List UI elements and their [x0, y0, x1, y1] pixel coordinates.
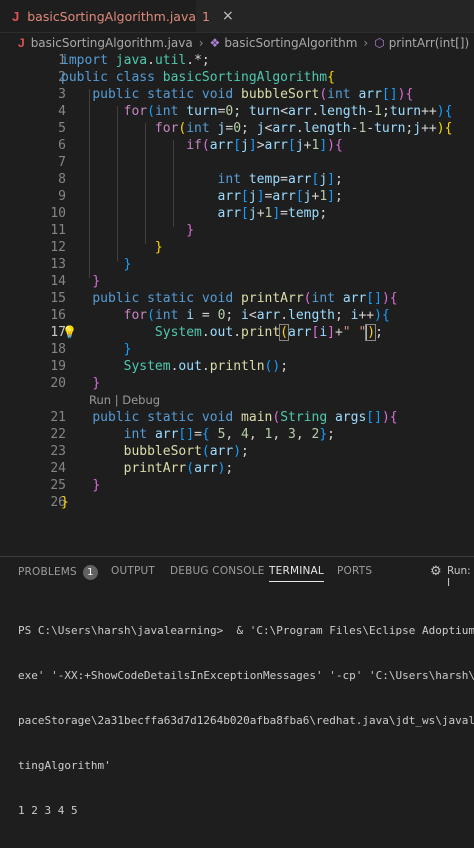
- close-icon[interactable]: ×: [222, 8, 234, 24]
- chevron-right-icon: ›: [198, 36, 204, 50]
- code-line: 12 }: [50, 240, 163, 255]
- terminal-line: exe' '-XX:+ShowCodeDetailsInExceptionMes…: [18, 669, 474, 682]
- tab-output[interactable]: OUTPUT: [111, 565, 155, 577]
- breadcrumb: J basicSortingAlgorithm.java › ❖ basicSo…: [0, 32, 474, 54]
- chevron-right-icon: ›: [363, 36, 369, 50]
- code-line: 21 public static void main(String args[]…: [50, 410, 398, 425]
- terminal-line: PS C:\Users\harsh\javalearning> & 'C:\Pr…: [18, 624, 474, 637]
- code-line: 2 public class basicSortingAlgorithm{: [58, 70, 335, 85]
- code-line: 24 printArr(arr);: [50, 461, 234, 476]
- code-line: 11 }: [50, 223, 195, 238]
- code-line-active: 17 💡 System.out.print(arr[i]+" ");: [50, 324, 383, 341]
- tab-ports[interactable]: PORTS: [337, 565, 372, 577]
- bottom-panel: PROBLEMS 1 OUTPUT DEBUG CONSOLE TERMINAL …: [0, 556, 474, 817]
- editor-tab-bar: J basicSortingAlgorithm.java 1 ×: [0, 0, 474, 33]
- panel-tabs: PROBLEMS 1 OUTPUT DEBUG CONSOLE TERMINAL …: [0, 557, 474, 589]
- code-line: 1 import java.util.*;: [58, 53, 210, 68]
- class-icon: ❖: [209, 36, 221, 50]
- terminal-output[interactable]: PS C:\Users\harsh\javalearning> & 'C:\Pr…: [18, 593, 474, 848]
- code-line: 15 public static void printArr(int arr[]…: [50, 291, 398, 306]
- java-file-icon: J: [18, 36, 25, 50]
- problems-count-badge: 1: [82, 565, 98, 580]
- code-line: 16 for(int i = 0; i<arr.length; i++){: [50, 308, 390, 323]
- code-line: 20 }: [50, 376, 101, 391]
- code-line: 5 for(int j=0; j<arr.length-1-turn;j++){: [58, 121, 453, 136]
- code-line: 7: [58, 155, 66, 170]
- code-line: 18 }: [50, 342, 132, 357]
- code-line: 19 System.out.println();: [50, 359, 289, 374]
- code-line: 8 int temp=arr[j];: [58, 172, 343, 187]
- breadcrumb-class[interactable]: basicSortingAlgorithm: [224, 36, 357, 50]
- tab-basic-sorting-algorithm[interactable]: J basicSortingAlgorithm.java 1 ×: [0, 0, 234, 32]
- code-line: 6 if(arr[j]>arr[j+1]){: [58, 138, 343, 153]
- tab-debug-console[interactable]: DEBUG CONSOLE: [170, 565, 265, 577]
- terminal-line: 1 2 3 4 5: [18, 804, 78, 817]
- code-line: 14 }: [50, 274, 101, 289]
- code-line: 22 int arr[]={ 5, 4, 1, 3, 2};: [50, 427, 335, 442]
- tab-problem-count: 1: [202, 8, 210, 24]
- terminal-line: tingAlgorithm': [18, 759, 111, 772]
- code-line: 13 }: [50, 257, 132, 272]
- tab-label: basicSortingAlgorithm.java: [27, 8, 197, 24]
- terminal-line: paceStorage\2a31becffa63d7d1264b020afba8…: [18, 714, 474, 727]
- code-line: 23 bubbleSort(arr);: [50, 444, 249, 459]
- code-line: 3 public static void bubbleSort(int arr[…: [58, 87, 414, 102]
- breadcrumb-method[interactable]: printArr(int[]): [389, 36, 469, 50]
- code-line: 25 }: [50, 478, 101, 493]
- breadcrumb-file[interactable]: basicSortingAlgorithm.java: [31, 36, 193, 50]
- tab-terminal[interactable]: TERMINAL: [269, 565, 324, 582]
- code-line: 4 for(int turn=0; turn<arr.length-1;turn…: [58, 104, 453, 119]
- run-debug-codelens[interactable]: Run | Debug: [89, 393, 160, 407]
- method-icon: ⬡: [374, 36, 385, 50]
- code-line: 26}: [50, 495, 69, 510]
- code-line: 9 arr[j]=arr[j+1];: [58, 189, 343, 204]
- tab-problems[interactable]: PROBLEMS 1: [18, 565, 98, 580]
- java-file-icon: J: [12, 8, 20, 24]
- debug-gear-icon[interactable]: ⚙: [430, 564, 442, 579]
- code-line: 10 arr[j+1]=temp;: [50, 206, 328, 221]
- code-editor[interactable]: 1 import java.util.*; 2 public class basic…: [0, 52, 474, 522]
- run-label[interactable]: Run: I: [447, 565, 474, 589]
